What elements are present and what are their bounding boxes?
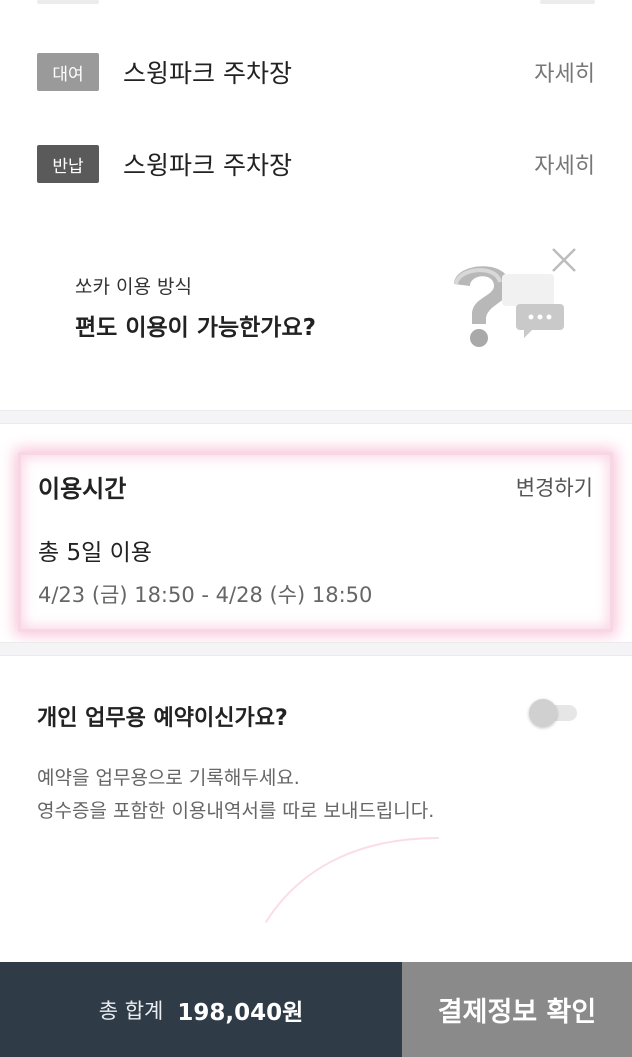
rental-location-row: 대여 스윙파크 주차장 자세히 — [37, 52, 595, 92]
business-use-toggle[interactable] — [527, 698, 579, 728]
partial-row-remnant — [540, 0, 595, 4]
confirm-payment-button[interactable]: 결제정보 확인 — [402, 962, 632, 1057]
usage-time-section: 이용시간 변경하기 총 5일 이용 4/23 (금) 18:50 - 4/28 … — [18, 452, 613, 632]
close-icon[interactable] — [548, 244, 580, 276]
partial-row-remnant — [37, 0, 99, 4]
return-detail-link[interactable]: 자세히 — [534, 148, 595, 180]
business-use-title: 개인 업무용 예약이신가요? — [37, 706, 288, 731]
info-card-title: 편도 이용이 가능한가요? — [75, 315, 316, 341]
usage-date-range: 4/23 (금) 18:50 - 4/28 (수) 18:50 — [38, 583, 373, 607]
pointer-arrow-icon — [248, 835, 441, 942]
section-divider — [0, 642, 632, 656]
usage-total-days: 총 5일 이용 — [38, 540, 152, 566]
business-desc-line-1: 예약을 업무용으로 기록해두세요. — [37, 767, 300, 789]
return-location-row: 반납 스윙파크 주차장 자세히 — [37, 144, 595, 184]
rental-badge: 대여 — [37, 53, 99, 91]
rental-detail-link[interactable]: 자세히 — [534, 56, 595, 88]
total-label: 총 합계 — [98, 998, 164, 1023]
return-badge: 반납 — [37, 145, 99, 183]
section-divider — [0, 410, 632, 424]
return-location-name: 스윙파크 주차장 — [123, 151, 292, 180]
bottom-action-bar: 총 합계 198,040원 결제정보 확인 — [0, 962, 632, 1057]
usage-time-title: 이용시간 — [38, 475, 127, 503]
rental-location-name: 스윙파크 주차장 — [123, 59, 292, 88]
toggle-knob — [529, 699, 557, 727]
top-scroll-edge — [0, 0, 632, 10]
change-time-button[interactable]: 변경하기 — [516, 472, 593, 502]
total-price-area: 총 합계 198,040원 — [0, 962, 402, 1057]
one-way-info-card[interactable]: 쏘카 이용 방식 편도 이용이 가능한가요? — [0, 222, 632, 392]
business-use-description: 예약을 업무용으로 기록해두세요. 영수증을 포함한 이용내역서를 따로 보내드… — [37, 762, 434, 828]
total-amount: 198,040원 — [177, 999, 304, 1026]
info-card-subtitle: 쏘카 이용 방식 — [75, 276, 192, 298]
